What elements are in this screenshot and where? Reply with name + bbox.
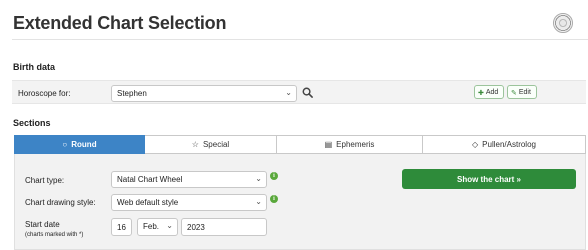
- header-divider: [12, 39, 588, 40]
- star-icon: ☆: [191, 140, 199, 149]
- day-input[interactable]: 16: [111, 218, 132, 236]
- tab-pullen-astrolog-label: Pullen/Astrolog: [482, 140, 536, 149]
- chevron-down-icon: ⌄: [166, 221, 173, 230]
- start-date-label: Start date: [25, 220, 60, 229]
- plus-icon: ✚: [478, 89, 484, 97]
- chart-type-select[interactable]: Natal Chart Wheel ⌄: [111, 171, 267, 188]
- tab-round[interactable]: ○ Round: [14, 135, 145, 154]
- start-date-note: (charts marked with *): [25, 232, 84, 238]
- horoscope-select-value: Stephen: [117, 89, 147, 98]
- add-button-label: Add: [485, 89, 499, 96]
- drawing-style-select[interactable]: Web default style ⌄: [111, 194, 267, 211]
- edit-icon: ✎: [511, 89, 517, 97]
- chevron-down-icon: ⌄: [255, 197, 262, 206]
- sections-heading: Sections: [13, 118, 51, 128]
- horoscope-for-label: Horoscope for:: [18, 89, 71, 98]
- search-icon[interactable]: [302, 87, 313, 98]
- tab-special-label: Special: [202, 140, 230, 149]
- circle-icon: ○: [62, 140, 68, 149]
- chevron-down-icon: ⌄: [255, 174, 262, 183]
- chevron-down-icon: ⌄: [285, 88, 292, 97]
- drawing-style-info-icon[interactable]: i: [270, 195, 278, 203]
- month-select[interactable]: Feb. ⌄: [137, 218, 178, 236]
- page-title: Extended Chart Selection: [13, 13, 227, 33]
- tab-ephemeris[interactable]: ▤ Ephemeris: [277, 135, 423, 154]
- chart-type-value: Natal Chart Wheel: [117, 175, 183, 184]
- tab-pullen-astrolog[interactable]: ◇ Pullen/Astrolog: [423, 135, 586, 154]
- drawing-style-label: Chart drawing style:: [25, 198, 96, 207]
- edit-horoscope-button[interactable]: ✎ Edit: [507, 85, 537, 99]
- document-icon: ▤: [324, 140, 333, 149]
- tab-ephemeris-label: Ephemeris: [336, 140, 375, 149]
- show-chart-button[interactable]: Show the chart »: [402, 169, 576, 189]
- year-input[interactable]: 2023: [181, 218, 267, 236]
- chart-type-label: Chart type:: [25, 176, 65, 185]
- horoscope-select[interactable]: Stephen ⌄: [111, 85, 297, 102]
- edit-button-label: Edit: [518, 89, 531, 96]
- birth-data-heading: Birth data: [13, 62, 56, 72]
- sections-tabs: ○ Round ☆ Special ▤ Ephemeris ◇ Pullen/A…: [14, 135, 586, 154]
- diamond-icon: ◇: [472, 140, 479, 149]
- astrodienst-logo-icon: [553, 13, 573, 33]
- drawing-style-value: Web default style: [117, 198, 179, 207]
- chart-type-info-icon[interactable]: i: [270, 172, 278, 180]
- tab-round-label: Round: [71, 140, 97, 149]
- add-horoscope-button[interactable]: ✚ Add: [474, 85, 504, 99]
- month-select-value: Feb.: [143, 222, 160, 231]
- tab-special[interactable]: ☆ Special: [145, 135, 277, 154]
